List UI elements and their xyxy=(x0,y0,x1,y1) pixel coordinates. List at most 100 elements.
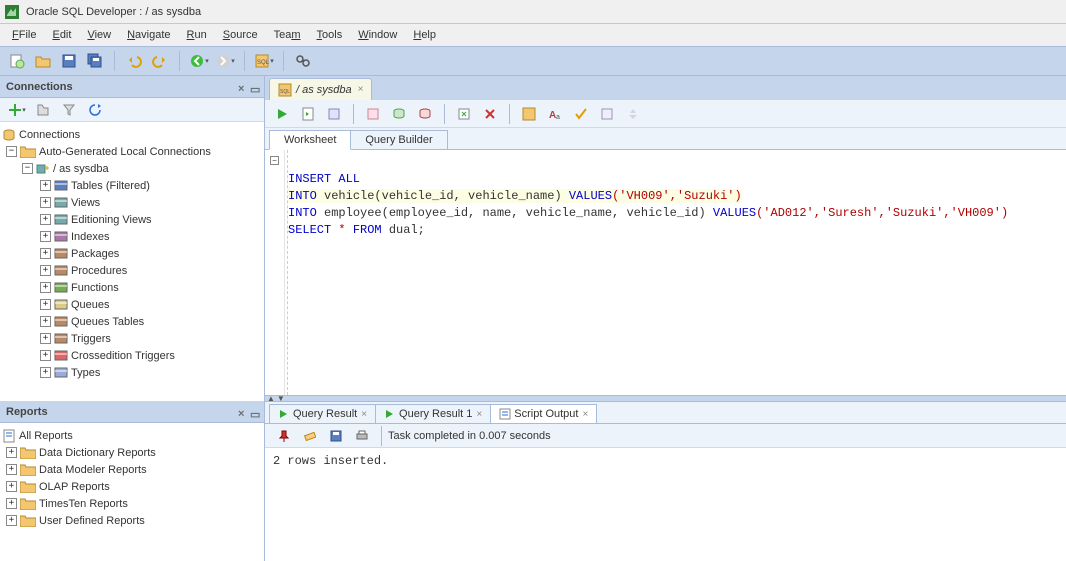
tree-node[interactable]: +Packages xyxy=(0,245,264,262)
sql-history-button[interactable] xyxy=(518,103,540,125)
collapse-icon[interactable]: − xyxy=(22,163,33,174)
tab-worksheet[interactable]: Worksheet xyxy=(269,130,351,150)
menu-view[interactable]: View xyxy=(79,27,119,43)
expand-icon[interactable]: + xyxy=(40,214,51,225)
fold-icon[interactable]: − xyxy=(270,156,279,165)
tab-query-result-1[interactable]: Query Result 1× xyxy=(375,404,491,423)
tab-script-output[interactable]: Script Output× xyxy=(490,404,597,423)
expand-icon[interactable]: + xyxy=(40,367,51,378)
close-icon[interactable]: × xyxy=(582,409,588,420)
expand-icon[interactable]: + xyxy=(40,197,51,208)
menu-help[interactable]: Help xyxy=(405,27,444,43)
expand-icon[interactable]: + xyxy=(6,498,17,509)
tree-node[interactable]: +Queues Tables xyxy=(0,313,264,330)
report-folder[interactable]: +OLAP Reports xyxy=(0,478,264,495)
tree-node[interactable]: +Functions xyxy=(0,279,264,296)
filter-icon[interactable] xyxy=(58,99,80,121)
sql-button[interactable]: SQL▾ xyxy=(253,50,275,72)
menu-navigate[interactable]: Navigate xyxy=(119,27,178,43)
close-icon[interactable]: × xyxy=(361,409,367,420)
expand-icon[interactable]: + xyxy=(40,265,51,276)
tree-node[interactable]: +Views xyxy=(0,194,264,211)
menu-edit[interactable]: Edit xyxy=(44,27,79,43)
redo-button[interactable] xyxy=(149,50,171,72)
expand-icon[interactable]: + xyxy=(40,231,51,242)
completion-button[interactable] xyxy=(570,103,592,125)
sql-editor[interactable]: − INSERT ALL INTO vehicle(vehicle_id, ve… xyxy=(265,150,1066,395)
erase-button[interactable] xyxy=(299,425,321,447)
back-button[interactable]: ▾ xyxy=(188,50,210,72)
expand-icon[interactable]: + xyxy=(40,333,51,344)
expand-icon[interactable]: + xyxy=(6,464,17,475)
snippets-button[interactable] xyxy=(596,103,618,125)
expand-icon[interactable]: + xyxy=(40,316,51,327)
tns-icon[interactable] xyxy=(32,99,54,121)
minimize-icon[interactable]: × xyxy=(238,408,246,416)
autotrace-button[interactable] xyxy=(362,103,384,125)
rollback-button[interactable] xyxy=(414,103,436,125)
tree-node[interactable]: +Tables (Filtered) xyxy=(0,177,264,194)
reports-tree[interactable]: All Reports +Data Dictionary Reports+Dat… xyxy=(0,423,264,561)
restore-icon[interactable]: ▭ xyxy=(250,83,258,91)
forward-button[interactable]: ▾ xyxy=(214,50,236,72)
save-output-button[interactable] xyxy=(325,425,347,447)
expand-icon[interactable]: + xyxy=(6,481,17,492)
close-icon[interactable]: × xyxy=(358,84,364,95)
tree-node[interactable]: +Types xyxy=(0,364,264,381)
tree-node[interactable]: +Crossedition Triggers xyxy=(0,347,264,364)
report-folder[interactable]: +Data Dictionary Reports xyxy=(0,444,264,461)
expand-icon[interactable]: + xyxy=(40,248,51,259)
report-folder[interactable]: +TimesTen Reports xyxy=(0,495,264,512)
menu-run[interactable]: Run xyxy=(179,27,215,43)
expand-icon[interactable]: + xyxy=(40,350,51,361)
connections-tree[interactable]: Connections − Auto-Generated Local Conne… xyxy=(0,122,264,401)
menu-team[interactable]: Team xyxy=(266,27,309,43)
clear-button[interactable] xyxy=(479,103,501,125)
expand-icon[interactable]: + xyxy=(40,282,51,293)
unshared-button[interactable] xyxy=(453,103,475,125)
expand-icon[interactable]: + xyxy=(40,299,51,310)
menu-file[interactable]: FFileFile xyxy=(4,27,44,43)
menu-tools[interactable]: Tools xyxy=(309,27,351,43)
run-statement-button[interactable] xyxy=(271,103,293,125)
doc-tab[interactable]: SQL / as sysdba × xyxy=(269,78,372,100)
pin-button[interactable] xyxy=(273,425,295,447)
find-button[interactable] xyxy=(292,50,314,72)
reports-root[interactable]: All Reports xyxy=(0,427,264,444)
explain-plan-button[interactable] xyxy=(323,103,345,125)
code-area[interactable]: INSERT ALL INTO vehicle(vehicle_id, vehi… xyxy=(287,150,1066,395)
menu-window[interactable]: Window xyxy=(350,27,405,43)
report-folder[interactable]: +User Defined Reports xyxy=(0,512,264,529)
tree-db[interactable]: − / as sysdba xyxy=(0,160,264,177)
expand-icon[interactable]: + xyxy=(6,515,17,526)
save-all-button[interactable] xyxy=(84,50,106,72)
save-button[interactable] xyxy=(58,50,80,72)
recycle-button[interactable] xyxy=(622,103,644,125)
tab-query-builder[interactable]: Query Builder xyxy=(350,130,447,149)
tree-node[interactable]: +Indexes xyxy=(0,228,264,245)
report-folder[interactable]: +Data Modeler Reports xyxy=(0,461,264,478)
tab-query-result[interactable]: Query Result× xyxy=(269,404,376,423)
new-connection-button[interactable]: ▾ xyxy=(6,99,28,121)
expand-icon[interactable]: + xyxy=(6,447,17,458)
run-script-button[interactable] xyxy=(297,103,319,125)
tree-node[interactable]: +Editioning Views xyxy=(0,211,264,228)
close-icon[interactable]: × xyxy=(476,409,482,420)
minimize-icon[interactable]: × xyxy=(238,83,246,91)
restore-icon[interactable]: ▭ xyxy=(250,408,258,416)
print-button[interactable] xyxy=(351,425,373,447)
tree-node[interactable]: +Procedures xyxy=(0,262,264,279)
commit-button[interactable] xyxy=(388,103,410,125)
menu-source[interactable]: Source xyxy=(215,27,266,43)
new-button[interactable] xyxy=(6,50,28,72)
tree-node[interactable]: +Queues xyxy=(0,296,264,313)
refresh-icon[interactable] xyxy=(84,99,106,121)
tree-autogen[interactable]: − Auto-Generated Local Connections xyxy=(0,143,264,160)
tree-node[interactable]: +Triggers xyxy=(0,330,264,347)
format-button[interactable]: Aa xyxy=(544,103,566,125)
collapse-icon[interactable]: − xyxy=(6,146,17,157)
undo-button[interactable] xyxy=(123,50,145,72)
open-button[interactable] xyxy=(32,50,54,72)
tree-root[interactable]: Connections xyxy=(0,126,264,143)
expand-icon[interactable]: + xyxy=(40,180,51,191)
